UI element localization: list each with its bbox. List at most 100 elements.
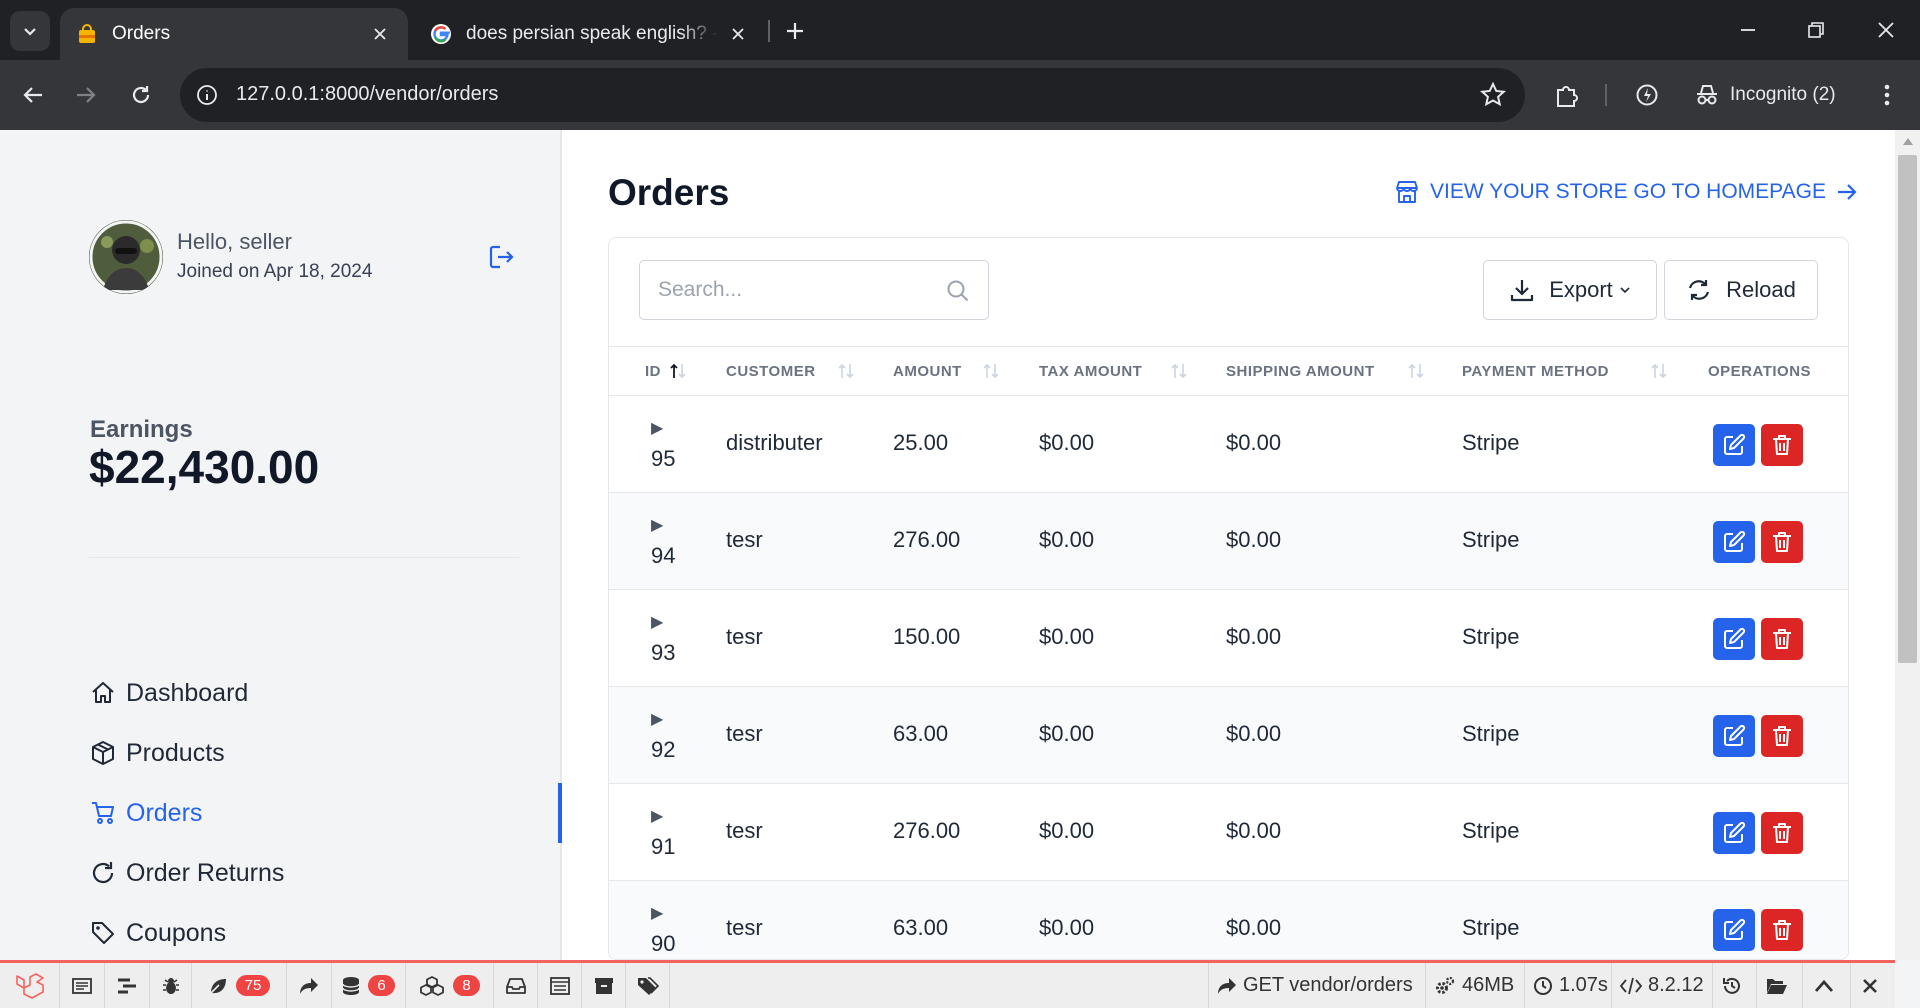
edit-order-button[interactable] — [1713, 521, 1755, 563]
tab-search-button[interactable] — [10, 11, 50, 51]
delete-order-button[interactable] — [1761, 715, 1803, 757]
table-row[interactable]: ▶ 90 tesr 63.00 $0.00 $0.00 Stripe — [609, 881, 1848, 959]
reload-page-button[interactable] — [121, 75, 161, 115]
delete-order-button[interactable] — [1761, 521, 1803, 563]
bookmark-star-icon[interactable] — [1479, 81, 1507, 109]
column-header-amount[interactable]: AMOUNT — [893, 347, 962, 395]
sidebar-item-orders[interactable]: Orders — [90, 793, 202, 833]
column-header-id[interactable]: ID — [645, 347, 661, 395]
debugbar-time: 1.07s — [1524, 963, 1616, 1008]
sidebar-item-coupons[interactable]: Coupons — [90, 913, 226, 953]
debugbar-history-button[interactable] — [1712, 963, 1756, 1008]
forward-button[interactable] — [66, 75, 106, 115]
debugbar-route-tab[interactable] — [287, 963, 332, 1008]
order-shipping-amount: $0.00 — [1226, 721, 1282, 746]
debugbar-queries-tab[interactable]: 6 — [332, 963, 406, 1008]
sort-icon[interactable] — [1407, 361, 1425, 381]
delete-order-button[interactable] — [1761, 618, 1803, 660]
table-row[interactable]: ▶ 94 tesr 276.00 $0.00 $0.00 Stripe — [609, 493, 1848, 590]
debugbar-timeline-tab[interactable] — [105, 963, 150, 1008]
table-row[interactable]: ▶ 93 tesr 150.00 $0.00 $0.00 Stripe — [609, 590, 1848, 687]
sort-icon[interactable] — [837, 361, 855, 381]
debugbar-open-button[interactable] — [1756, 963, 1802, 1008]
debugbar-session-tab[interactable] — [582, 963, 626, 1008]
column-header-customer[interactable]: CUSTOMER — [726, 347, 816, 395]
scroll-up-arrow-icon[interactable] — [1903, 138, 1913, 145]
plus-icon — [787, 23, 803, 39]
back-button[interactable] — [13, 75, 53, 115]
debugbar-gate-tab[interactable] — [538, 963, 582, 1008]
close-window-button[interactable] — [1852, 0, 1920, 60]
debugbar-models-tab[interactable]: 8 — [406, 963, 494, 1008]
incognito-profile-button[interactable]: Incognito (2) — [1680, 71, 1850, 119]
sidebar-item-order-returns[interactable]: Order Returns — [90, 853, 284, 893]
debugbar-request-tab[interactable] — [626, 963, 670, 1008]
expand-row-icon[interactable]: ▶ — [651, 515, 663, 535]
debugbar-close-button[interactable] — [1850, 963, 1895, 1008]
expand-row-icon[interactable]: ▶ — [651, 806, 663, 826]
sort-icon[interactable] — [1170, 361, 1188, 381]
view-store-link[interactable]: VIEW YOUR STORE GO TO HOMEPAGE — [1394, 179, 1868, 205]
trash-icon — [1773, 435, 1791, 455]
order-tax-amount: $0.00 — [1039, 430, 1095, 455]
table-row[interactable]: ▶ 91 tesr 276.00 $0.00 $0.00 Stripe — [609, 784, 1848, 881]
column-header-shipping-amount[interactable]: SHIPPING AMOUNT — [1226, 347, 1375, 395]
address-bar[interactable]: 127.0.0.1:8000/vendor/orders — [180, 68, 1525, 122]
laravel-debugbar: 75 6 8 GET vendor/orders 46MB 1.07s 8.2.… — [0, 960, 1895, 1008]
logout-icon[interactable] — [486, 242, 516, 272]
sidebar-item-products[interactable]: Products — [90, 733, 225, 773]
sort-asc-icon[interactable] — [669, 361, 687, 381]
expand-row-icon[interactable]: ▶ — [651, 709, 663, 729]
expand-row-icon[interactable]: ▶ — [651, 903, 663, 923]
order-amount: 276.00 — [893, 818, 961, 843]
list-window-icon — [549, 976, 570, 995]
browser-toolbar: 127.0.0.1:8000/vendor/orders Incognito (… — [0, 60, 1920, 130]
performance-button[interactable] — [1630, 78, 1664, 112]
expand-row-icon[interactable]: ▶ — [651, 612, 663, 632]
table-row[interactable]: ▶ 92 tesr 63.00 $0.00 $0.00 Stripe — [609, 687, 1848, 784]
sidebar-item-dashboard[interactable]: Dashboard — [90, 673, 248, 713]
edit-order-button[interactable] — [1713, 424, 1755, 466]
tab-orders[interactable]: Orders — [60, 8, 408, 60]
debugbar-mail-tab[interactable] — [494, 963, 538, 1008]
edit-order-button[interactable] — [1713, 812, 1755, 854]
expand-row-icon[interactable]: ▶ — [651, 418, 663, 438]
browser-menu-button[interactable] — [1870, 78, 1904, 112]
delete-order-button[interactable] — [1761, 424, 1803, 466]
edit-order-button[interactable] — [1713, 909, 1755, 951]
order-id: 93 — [651, 640, 676, 665]
export-button[interactable]: Export — [1483, 260, 1657, 320]
new-tab-button[interactable] — [779, 15, 811, 47]
site-info-icon[interactable] — [192, 80, 222, 110]
extensions-button[interactable] — [1550, 78, 1584, 112]
debugbar-request-info[interactable]: GET vendor/orders — [1208, 963, 1421, 1008]
reload-button[interactable]: Reload — [1664, 260, 1818, 320]
debugbar-maximize-button[interactable] — [1802, 963, 1850, 1008]
debugbar-logo[interactable] — [0, 963, 60, 1008]
orders-table-card: Export Reload ID CUSTOMER AMOUNT TAX AMO… — [608, 237, 1849, 960]
edit-order-button[interactable] — [1713, 618, 1755, 660]
restore-button[interactable] — [1782, 0, 1850, 60]
table-row[interactable]: ▶ 95 distributer 25.00 $0.00 $0.00 Stripe — [609, 396, 1848, 493]
sort-icon[interactable] — [982, 361, 1000, 381]
column-header-tax-amount[interactable]: TAX AMOUNT — [1039, 347, 1142, 395]
edit-order-button[interactable] — [1713, 715, 1755, 757]
delete-order-button[interactable] — [1761, 812, 1803, 854]
edit-icon — [1724, 433, 1746, 455]
search-input[interactable] — [640, 261, 930, 319]
column-header-payment-method[interactable]: PAYMENT METHOD — [1462, 347, 1609, 395]
close-tab-icon[interactable] — [368, 22, 392, 46]
tab-google-search[interactable]: does persian speak english? - G — [414, 8, 766, 60]
view-store-label: VIEW YOUR STORE GO TO HOMEPAGE — [1430, 180, 1826, 203]
delete-order-button[interactable] — [1761, 909, 1803, 951]
debugbar-exceptions-tab[interactable] — [150, 963, 192, 1008]
scrollbar-thumb[interactable] — [1898, 155, 1917, 663]
debugbar-messages-tab[interactable] — [60, 963, 105, 1008]
close-tab-icon[interactable] — [726, 22, 750, 46]
share-arrow-icon — [1218, 977, 1236, 994]
minimize-button[interactable] — [1714, 0, 1782, 60]
debugbar-views-tab[interactable]: 75 — [192, 963, 287, 1008]
views-count-badge: 75 — [235, 975, 271, 996]
chevron-down-icon — [1620, 287, 1630, 294]
sort-icon[interactable] — [1650, 361, 1668, 381]
